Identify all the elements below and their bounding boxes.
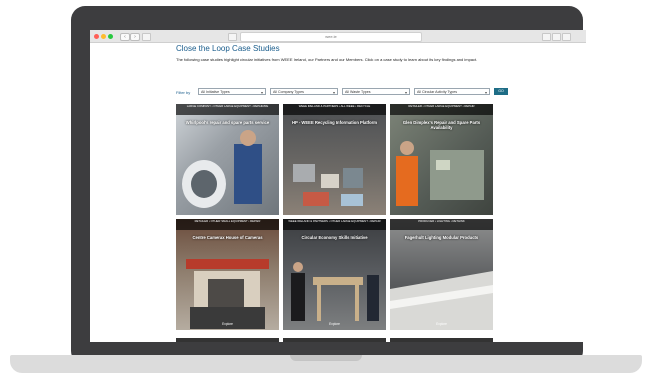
explore-link[interactable]: Explore <box>283 322 386 326</box>
shield-icon[interactable] <box>228 33 237 41</box>
go-button[interactable]: GO <box>494 88 508 95</box>
close-window-icon[interactable] <box>94 34 99 39</box>
card-tags: LARGE COMPANY • OTHER LARGE EQUIPMENT • … <box>176 104 279 115</box>
initiative-type-select[interactable]: All Initiative Types ▾ <box>198 88 266 95</box>
case-study-card[interactable]: WEEE IRELAND & PARTNERS • OTHER LARGE EQ… <box>283 219 386 330</box>
sidebar-icon[interactable] <box>142 33 151 41</box>
card-tags: PRODUCER • LIGHTING • RETHINK <box>390 219 493 230</box>
address-bar[interactable]: wee.ie <box>240 32 422 42</box>
filter-bar: Filter by All Initiative Types ▾ All Com… <box>176 88 508 97</box>
case-study-card-partial[interactable] <box>283 338 386 342</box>
intro-text: The following case studies highlight cir… <box>176 57 478 62</box>
case-study-card[interactable]: LARGE COMPANY • OTHER LARGE EQUIPMENT • … <box>176 104 279 215</box>
card-tags: RETAILER • OTHER LARGE EQUIPMENT • REPAI… <box>390 104 493 115</box>
chevron-down-icon: ▾ <box>332 90 335 95</box>
laptop-screen: ‹ › wee.ie Close the Loop Case Studies T… <box>90 30 586 342</box>
circular-activity-value: All Circular Activity Types <box>417 90 458 94</box>
url-text: wee.ie <box>325 34 337 39</box>
share-icon[interactable] <box>542 33 551 41</box>
circular-activity-select[interactable]: All Circular Activity Types ▾ <box>414 88 490 95</box>
case-study-card[interactable]: WEEE IRELAND & PARTNERS • ALL WEEE • REC… <box>283 104 386 215</box>
filter-label: Filter by <box>176 90 191 95</box>
card-title: Centre Camerax House of Cameras <box>192 235 263 240</box>
chevron-down-icon: ▾ <box>484 90 487 95</box>
card-title: Glen Dimplex's Repair and Spare Parts Av… <box>402 120 481 130</box>
tabs-icon[interactable] <box>552 33 561 41</box>
waste-type-select[interactable]: All Waste Types ▾ <box>342 88 410 95</box>
card-title: HP - WEEE Recycling Information Platform <box>291 120 378 125</box>
chevron-down-icon: ▾ <box>404 90 407 95</box>
card-tags: WEEE IRELAND & PARTNERS • ALL WEEE • REC… <box>283 104 386 115</box>
waste-type-value: All Waste Types <box>345 90 371 94</box>
explore-link[interactable]: Explore <box>390 322 493 326</box>
case-study-card-partial[interactable] <box>390 338 493 342</box>
company-type-select[interactable]: All Company Types ▾ <box>270 88 338 95</box>
case-study-card[interactable]: RETAILER • OTHER SMALL EQUIPMENT • REPAI… <box>176 219 279 330</box>
new-tab-icon[interactable] <box>562 33 571 41</box>
case-study-card[interactable]: PRODUCER • LIGHTING • RETHINK Fagerhult … <box>390 219 493 330</box>
chevron-down-icon: ▾ <box>260 90 263 95</box>
browser-toolbar: ‹ › wee.ie <box>90 30 586 43</box>
forward-button[interactable]: › <box>130 33 140 41</box>
card-tags: RETAILER • OTHER SMALL EQUIPMENT • REPAI… <box>176 219 279 230</box>
zoom-window-icon[interactable] <box>108 34 113 39</box>
case-study-card-partial[interactable] <box>176 338 279 342</box>
card-title: Whirlpool's repair and spare parts servi… <box>185 120 270 125</box>
explore-link[interactable]: Explore <box>176 322 279 326</box>
minimize-window-icon[interactable] <box>101 34 106 39</box>
case-study-card[interactable]: RETAILER • OTHER LARGE EQUIPMENT • REPAI… <box>390 104 493 215</box>
back-button[interactable]: ‹ <box>120 33 130 41</box>
company-type-value: All Company Types <box>273 90 304 94</box>
card-title: Fagerhult Lighting Modular Products <box>404 235 479 240</box>
page-title: Close the Loop Case Studies <box>176 44 280 53</box>
card-title: Circular Economy Skills Initiative <box>301 235 368 240</box>
card-tags: WEEE IRELAND & PARTNERS • OTHER LARGE EQ… <box>283 219 386 230</box>
laptop-notch <box>290 355 362 361</box>
initiative-type-value: All Initiative Types <box>201 90 230 94</box>
